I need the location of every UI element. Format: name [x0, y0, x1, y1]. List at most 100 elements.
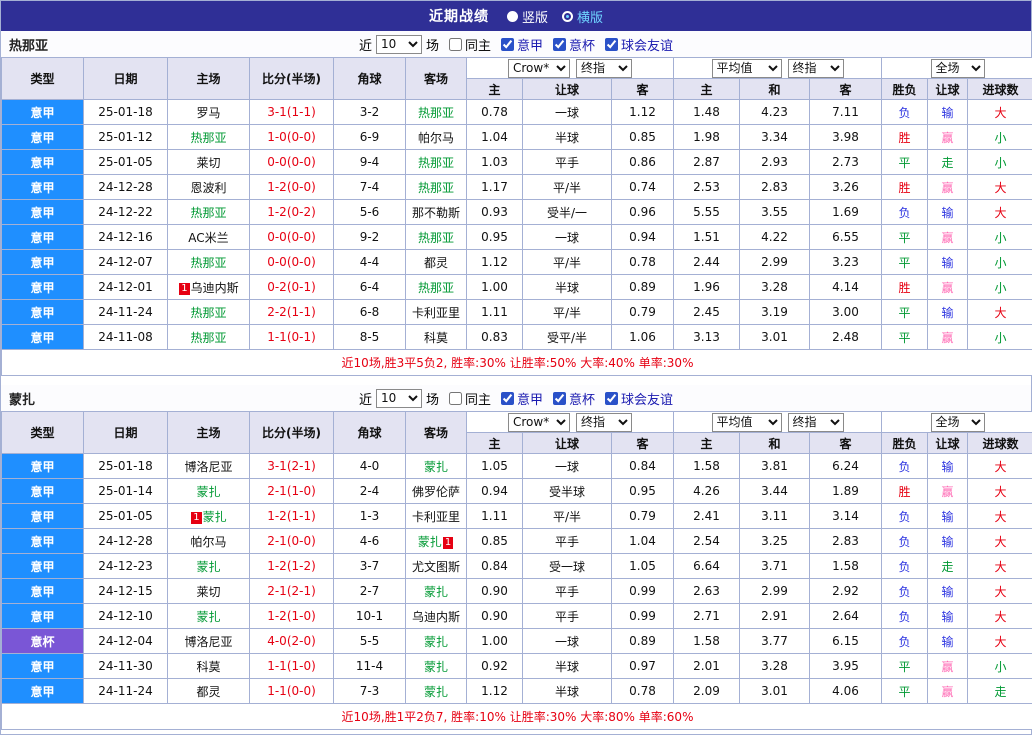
match-row: 意甲 25-01-18 博洛尼亚 3-1(2-1) 4-0 蒙扎 1.05 一球 0.84 1.5…	[1, 453, 1032, 479]
team-link[interactable]: 蒙扎	[196, 560, 220, 574]
team-link[interactable]: 卡利亚里	[412, 306, 460, 320]
team-link[interactable]: 尤文图斯	[412, 560, 460, 574]
team-link[interactable]: AC米兰	[188, 231, 228, 245]
avg-stage-select[interactable]: 终指	[787, 412, 844, 432]
team-link[interactable]: 佛罗伦萨	[412, 485, 460, 499]
away-team-cell: 都灵	[405, 249, 467, 275]
team-link[interactable]: 热那亚	[418, 156, 454, 170]
bookmaker-select[interactable]: Crow*	[508, 412, 570, 432]
team-link[interactable]: 帕尔马	[190, 535, 226, 549]
league-type-cell: 意甲	[1, 653, 84, 679]
date-cell: 24-11-08	[83, 324, 168, 350]
odds-home-cell: 0.93	[466, 199, 523, 225]
match-count-select[interactable]: 10	[375, 388, 422, 408]
team-link[interactable]: 热那亚	[190, 306, 226, 320]
scope-select[interactable]: 全场	[930, 412, 985, 432]
result-goals-cell: 大	[967, 453, 1032, 479]
horizontal-layout-radio[interactable]: 横版	[562, 7, 603, 26]
team-link[interactable]: 博洛尼亚	[184, 460, 232, 474]
team-link[interactable]: 热那亚	[418, 231, 454, 245]
away-team-cell: 乌迪内斯	[405, 603, 467, 629]
team-link[interactable]: 蒙扎	[424, 585, 448, 599]
matches-table-container: 类型 日期 主场 比分(半场) 角球 客场 Crow* 终指 平均值 终指 全场主让球客主和客胜负让…	[0, 411, 1032, 730]
team-link[interactable]: 莱切	[196, 585, 220, 599]
team-link[interactable]: 蒙扎	[424, 685, 448, 699]
team-link[interactable]: 莱切	[196, 156, 220, 170]
team-link[interactable]: 乌迪内斯	[412, 610, 460, 624]
home-team-cell: 罗马	[167, 99, 250, 125]
average-select[interactable]: 平均值	[711, 412, 782, 432]
avg-home-cell: 2.41	[673, 503, 741, 529]
team-link[interactable]: 热那亚	[190, 206, 226, 220]
team-link[interactable]: 都灵	[424, 256, 448, 270]
result-goals-cell: 大	[967, 503, 1032, 529]
team-link[interactable]: 热那亚	[190, 331, 226, 345]
filter-controls: 近 10 场 同主 意甲 意杯 球会友谊	[359, 34, 673, 54]
match-row: 意甲 25-01-05 1 蒙扎 1-2(1-1) 1-3 卡利亚里 1.11 平/半 0.79 2…	[1, 503, 1032, 529]
result-handicap-cell: 赢	[927, 478, 969, 504]
team-link[interactable]: 恩波利	[190, 181, 226, 195]
bookmaker-select[interactable]: Crow*	[508, 58, 570, 78]
club-friendly-checkbox[interactable]	[605, 37, 619, 51]
team-link[interactable]: 热那亚	[190, 256, 226, 270]
avg-stage-select[interactable]: 终指	[787, 58, 844, 78]
col-header-avg-draw: 和	[739, 78, 811, 100]
team-link[interactable]: 那不勒斯	[412, 206, 460, 220]
league-type-cell: 意甲	[1, 174, 84, 200]
col-header-odds-away: 客	[610, 432, 675, 454]
team-link[interactable]: 博洛尼亚	[184, 635, 232, 649]
team-link[interactable]: 热那亚	[190, 131, 226, 145]
odds-stage-select[interactable]: 终指	[576, 412, 632, 432]
team-link[interactable]: 蒙扎	[424, 635, 448, 649]
team-link[interactable]: 乌迪内斯	[191, 281, 239, 295]
avg-away-cell: 1.89	[809, 478, 883, 504]
avg-away-cell: 3.98	[809, 124, 883, 150]
team-link[interactable]: 罗马	[196, 106, 220, 120]
team-link[interactable]: 卡利亚里	[412, 510, 460, 524]
scope-select[interactable]: 全场	[930, 58, 985, 78]
team-link[interactable]: 科莫	[424, 331, 448, 345]
team-link[interactable]: 蒙扎	[196, 610, 220, 624]
radio-unselected-icon	[562, 10, 573, 22]
team-link[interactable]: 都灵	[196, 685, 220, 699]
summary-row: 近10场,胜1平2负7, 胜率:10% 让胜率:30% 大率:80% 单率:60…	[0, 703, 1032, 730]
score-cell: 0-0(0-0)	[249, 149, 334, 175]
team-link[interactable]: 蒙扎	[418, 535, 442, 549]
same-home-checkbox[interactable]	[448, 391, 462, 405]
team-link[interactable]: 科莫	[196, 660, 220, 674]
team-link[interactable]: 蒙扎	[424, 660, 448, 674]
average-select[interactable]: 平均值	[711, 58, 782, 78]
handicap-cell: 平/半	[522, 299, 612, 325]
team-link[interactable]: 热那亚	[418, 106, 454, 120]
col-header-avg-home: 主	[673, 432, 741, 454]
match-count-select[interactable]: 10	[375, 34, 422, 54]
team-link[interactable]: 帕尔马	[418, 131, 454, 145]
odds-home-cell: 0.95	[466, 224, 523, 250]
corner-cell: 7-4	[333, 174, 406, 200]
header-row-groups: 类型 日期 主场 比分(半场) 角球 客场 Crow* 终指 平均值 终指 全场	[1, 57, 1032, 100]
odds-home-cell: 0.85	[466, 528, 523, 554]
team-link[interactable]: 热那亚	[418, 181, 454, 195]
serie-a-checkbox[interactable]	[501, 391, 514, 405]
result-goals-cell: 小	[967, 324, 1032, 350]
league-type-cell: 意甲	[1, 553, 84, 579]
team-link[interactable]: 蒙扎	[196, 485, 220, 499]
result-handicap-cell: 赢	[927, 678, 969, 704]
handicap-cell: 受一球	[522, 553, 612, 579]
vertical-layout-radio[interactable]: 竖版	[506, 7, 548, 26]
team-link[interactable]: 蒙扎	[424, 460, 448, 474]
col-header-result-wdl: 胜负	[881, 78, 929, 100]
same-home-checkbox[interactable]	[448, 37, 462, 51]
team-link[interactable]: 蒙扎	[203, 510, 227, 524]
serie-a-checkbox[interactable]	[501, 37, 514, 51]
team-link[interactable]: 热那亚	[418, 281, 454, 295]
coppa-italia-checkbox[interactable]	[553, 391, 567, 405]
date-cell: 24-12-10	[83, 603, 168, 629]
layout-toggle-group: 竖版 横版	[506, 7, 603, 26]
coppa-italia-checkbox[interactable]	[553, 37, 567, 51]
club-friendly-checkbox[interactable]	[605, 391, 619, 405]
avg-away-cell: 6.55	[809, 224, 883, 250]
col-header-result-handicap: 让球	[927, 78, 969, 100]
home-team-cell: 蒙扎	[167, 553, 250, 579]
odds-stage-select[interactable]: 终指	[576, 58, 632, 78]
